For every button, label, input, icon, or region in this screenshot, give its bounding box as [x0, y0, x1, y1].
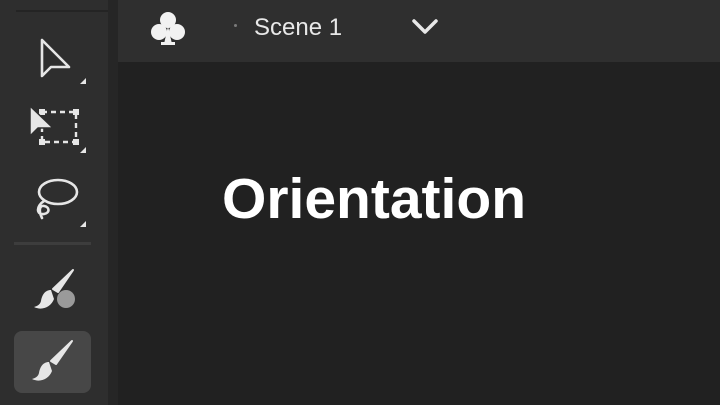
stage[interactable]: Orientation — [118, 62, 720, 405]
brush-icon — [32, 340, 73, 381]
selection-tool-button[interactable] — [14, 34, 91, 96]
flyout-indicator-icon — [80, 147, 86, 153]
separator-dot — [234, 24, 237, 27]
scene-name[interactable]: Scene 1 — [254, 12, 342, 44]
lasso-icon — [36, 178, 86, 227]
stage-title: Orientation — [222, 167, 527, 231]
chevron-down-icon[interactable] — [408, 12, 442, 42]
tools-divider — [14, 242, 91, 245]
club-icon[interactable] — [148, 8, 188, 50]
brush-tool-button[interactable] — [14, 331, 91, 393]
scene-bar: Scene 1 — [118, 0, 720, 62]
animate-workspace: Scene 1 Orientation — [0, 0, 720, 405]
arrow-cursor-icon — [40, 38, 86, 84]
tools-panel-header — [16, 0, 110, 12]
flyout-indicator-icon — [80, 78, 86, 84]
lasso-tool-button[interactable] — [14, 170, 91, 232]
tools-panel — [0, 0, 110, 405]
free-transform-icon — [29, 105, 86, 153]
paint-brush-icon — [34, 269, 75, 309]
panel-gutter — [108, 0, 118, 405]
flyout-indicator-icon — [80, 221, 86, 227]
paint-brush-tool-button[interactable] — [14, 262, 91, 324]
free-transform-tool-button[interactable] — [14, 96, 91, 158]
